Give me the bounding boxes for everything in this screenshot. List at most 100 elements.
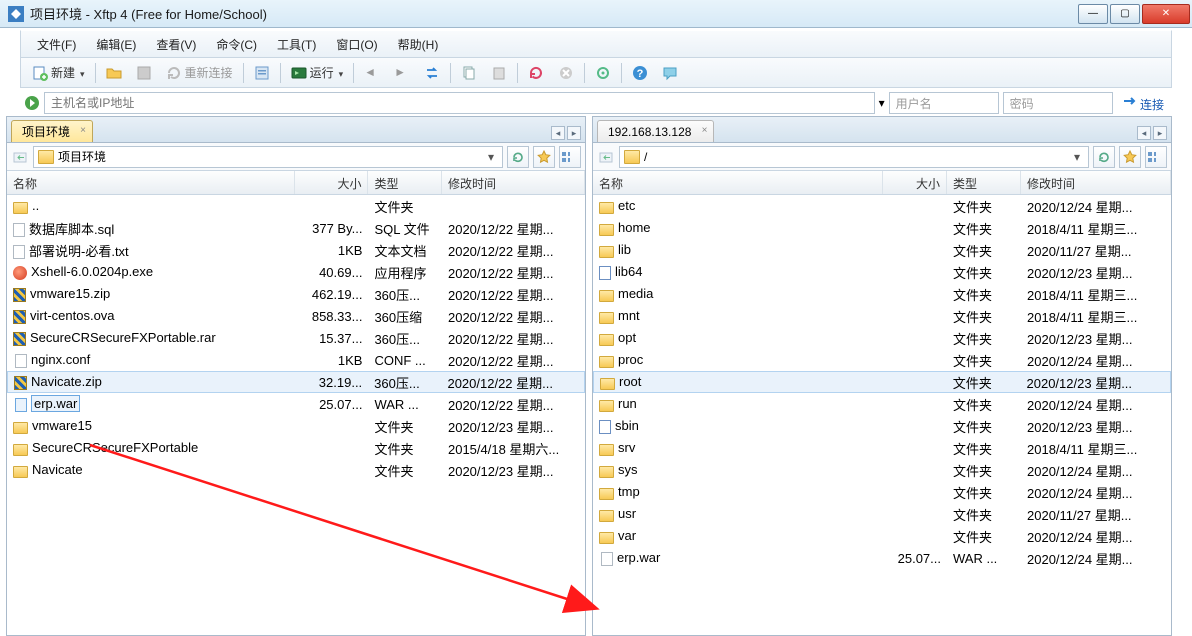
list-item[interactable]: Navicate文件夹2020/12/23 星期...	[7, 459, 585, 481]
list-item[interactable]: lib64文件夹2020/12/23 星期...	[593, 261, 1171, 283]
close-icon[interactable]: ×	[702, 125, 708, 136]
refresh-path-button[interactable]	[507, 146, 529, 168]
col-size[interactable]: 大小	[883, 171, 947, 194]
list-item[interactable]: Navicate.zip32.19...360压...2020/12/22 星期…	[7, 371, 585, 393]
menu-window[interactable]: 窗口(O)	[326, 33, 387, 56]
bookmark-button[interactable]	[533, 146, 555, 168]
path-dropdown[interactable]: ▾	[1070, 150, 1084, 164]
file-name-cell[interactable]: sbin	[593, 417, 883, 435]
file-name-cell[interactable]: vmware15.zip	[7, 285, 295, 303]
list-item[interactable]: usr文件夹2020/11/27 星期...	[593, 503, 1171, 525]
list-item[interactable]: erp.war25.07...WAR ...2020/12/22 星期...	[7, 393, 585, 415]
file-name-cell[interactable]: SecureCRSecureFXPortable	[7, 439, 295, 457]
file-name-cell[interactable]: run	[593, 395, 883, 413]
file-name-cell[interactable]: vmware15	[7, 417, 295, 435]
list-item[interactable]: nginx.conf1KBCONF ...2020/12/22 星期...	[7, 349, 585, 371]
list-item[interactable]: SecureCRSecureFXPortable.rar15.37...360压…	[7, 327, 585, 349]
list-item[interactable]: sys文件夹2020/12/24 星期...	[593, 459, 1171, 481]
list-item[interactable]: proc文件夹2020/12/24 星期...	[593, 349, 1171, 371]
file-name-cell[interactable]: Xshell-6.0.0204p.exe	[7, 263, 295, 281]
go-icon[interactable]	[24, 95, 40, 111]
menu-view[interactable]: 查看(V)	[146, 33, 206, 56]
refresh-button[interactable]	[522, 62, 550, 84]
list-item[interactable]: 数据库脚本.sql377 By...SQL 文件2020/12/22 星期...	[7, 217, 585, 239]
open-button[interactable]	[100, 62, 128, 84]
file-name-cell[interactable]: root	[594, 373, 883, 391]
save-button[interactable]	[130, 62, 158, 84]
list-item[interactable]: tmp文件夹2020/12/24 星期...	[593, 481, 1171, 503]
file-name-cell[interactable]: media	[593, 285, 883, 303]
password-input[interactable]: 密码	[1003, 92, 1113, 114]
col-size[interactable]: 大小	[295, 171, 369, 194]
list-item[interactable]: home文件夹2018/4/11 星期三...	[593, 217, 1171, 239]
view-button[interactable]	[1145, 146, 1167, 168]
list-item[interactable]: srv文件夹2018/4/11 星期三...	[593, 437, 1171, 459]
remote-file-list[interactable]: etc文件夹2020/12/24 星期...home文件夹2018/4/11 星…	[593, 195, 1171, 635]
col-name[interactable]: 名称	[7, 171, 295, 194]
menu-help[interactable]: 帮助(H)	[388, 33, 449, 56]
swap-button[interactable]	[418, 62, 446, 84]
menu-tools[interactable]: 工具(T)	[267, 33, 326, 56]
paste-button[interactable]	[485, 62, 513, 84]
file-name-cell[interactable]: 部署说明-必看.txt	[7, 240, 295, 261]
tab-next[interactable]: ▸	[567, 126, 581, 140]
file-name-cell[interactable]: mnt	[593, 307, 883, 325]
tab-prev[interactable]: ◂	[551, 126, 565, 140]
col-type[interactable]: 类型	[368, 171, 442, 194]
file-name-cell[interactable]: SecureCRSecureFXPortable.rar	[7, 329, 295, 347]
file-name-cell[interactable]: erp.war	[7, 395, 295, 413]
chat-button[interactable]	[656, 62, 684, 84]
list-item[interactable]: var文件夹2020/12/24 星期...	[593, 525, 1171, 547]
file-name-cell[interactable]: proc	[593, 351, 883, 369]
col-type[interactable]: 类型	[947, 171, 1021, 194]
file-name-cell[interactable]: sys	[593, 461, 883, 479]
file-name-cell[interactable]: Navicate	[7, 461, 295, 479]
username-input[interactable]: 用户名	[889, 92, 999, 114]
list-item[interactable]: vmware15文件夹2020/12/23 星期...	[7, 415, 585, 437]
tab-prev[interactable]: ◂	[1137, 126, 1151, 140]
col-time[interactable]: 修改时间	[1021, 171, 1171, 194]
list-item[interactable]: lib文件夹2020/11/27 星期...	[593, 239, 1171, 261]
list-item[interactable]: root文件夹2020/12/23 星期...	[593, 371, 1171, 393]
menu-command[interactable]: 命令(C)	[206, 33, 267, 56]
list-item[interactable]: sbin文件夹2020/12/23 星期...	[593, 415, 1171, 437]
host-dropdown[interactable]: ▾	[879, 96, 885, 110]
tab-remote[interactable]: 192.168.13.128 ×	[597, 120, 714, 142]
file-name-cell[interactable]: usr	[593, 505, 883, 523]
list-item[interactable]: vmware15.zip462.19...360压...2020/12/22 星…	[7, 283, 585, 305]
list-item[interactable]: etc文件夹2020/12/24 星期...	[593, 195, 1171, 217]
nav-back-button[interactable]: ◄	[358, 62, 386, 84]
file-name-cell[interactable]: virt-centos.ova	[7, 307, 295, 325]
list-item[interactable]: SecureCRSecureFXPortable文件夹2015/4/18 星期六…	[7, 437, 585, 459]
list-item[interactable]: 部署说明-必看.txt1KB文本文档2020/12/22 星期...	[7, 239, 585, 261]
nav-prev-icon[interactable]	[597, 148, 615, 166]
stop-button[interactable]	[552, 62, 580, 84]
file-name-cell[interactable]: etc	[593, 197, 883, 215]
remote-path-input[interactable]: / ▾	[619, 146, 1089, 168]
refresh-path-button[interactable]	[1093, 146, 1115, 168]
file-name-cell[interactable]: opt	[593, 329, 883, 347]
view-button[interactable]	[559, 146, 581, 168]
file-name-cell[interactable]: Navicate.zip	[8, 373, 295, 391]
col-time[interactable]: 修改时间	[442, 171, 585, 194]
list-item[interactable]: erp.war25.07...WAR ...2020/12/24 星期...	[593, 547, 1171, 569]
menu-file[interactable]: 文件(F)	[27, 33, 86, 56]
file-name-cell[interactable]: nginx.conf	[7, 351, 295, 369]
file-name-cell[interactable]: erp.war	[593, 549, 883, 567]
tab-next[interactable]: ▸	[1153, 126, 1167, 140]
connect-button[interactable]: 连接	[1117, 93, 1168, 113]
properties-button[interactable]	[248, 62, 276, 84]
reconnect-button[interactable]: 重新连接	[160, 61, 239, 84]
run-button[interactable]: 运行	[285, 61, 350, 84]
list-item[interactable]: virt-centos.ova858.33...360压缩2020/12/22 …	[7, 305, 585, 327]
path-dropdown[interactable]: ▾	[484, 150, 498, 164]
nav-forward-button[interactable]: ►	[388, 62, 416, 84]
file-name-cell[interactable]: lib64	[593, 263, 883, 281]
file-name-cell[interactable]: ..	[7, 197, 295, 215]
close-button[interactable]: ✕	[1142, 4, 1190, 24]
bookmark-button[interactable]	[1119, 146, 1141, 168]
nav-prev-icon[interactable]	[11, 148, 29, 166]
list-item[interactable]: media文件夹2018/4/11 星期三...	[593, 283, 1171, 305]
minimize-button[interactable]: —	[1078, 4, 1108, 24]
new-button[interactable]: 新建	[26, 61, 91, 84]
